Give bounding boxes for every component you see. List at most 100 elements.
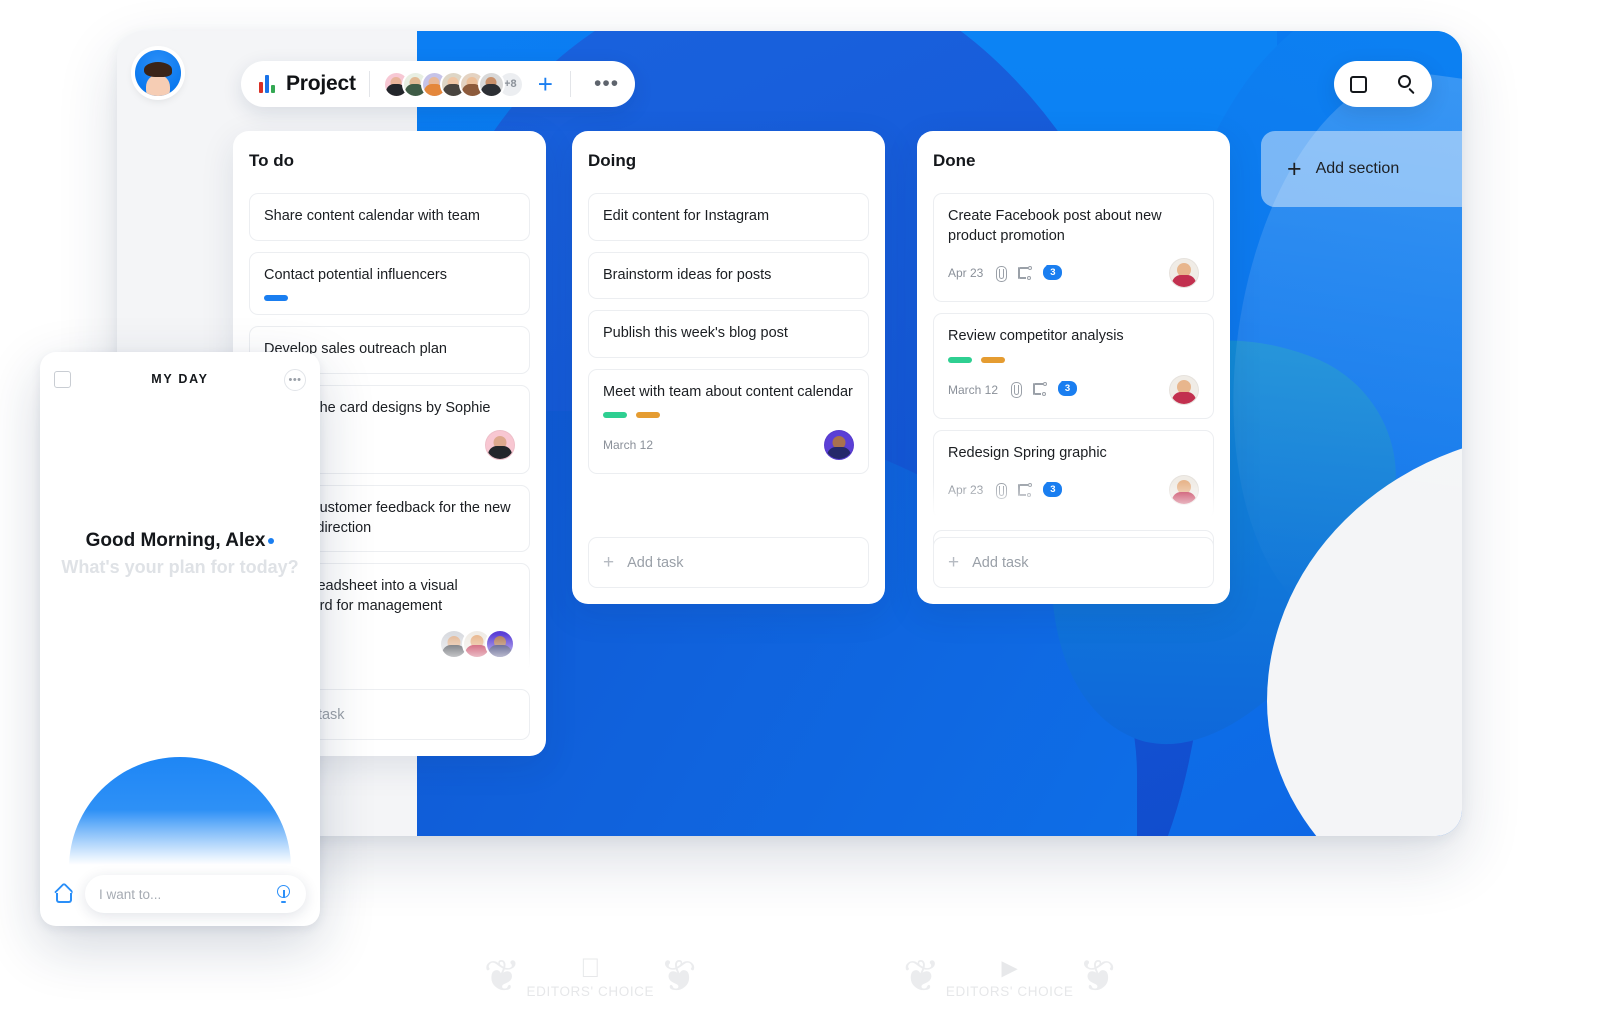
apple-logo-icon:  [580, 955, 600, 982]
task-card[interactable]: Brainstorm ideas for posts [588, 251, 869, 300]
due-date: March 12 [948, 382, 999, 397]
award-badge-content:  EDITORS' CHOICE [526, 955, 655, 1000]
divider [569, 71, 571, 97]
assignee-avatar[interactable] [824, 430, 854, 461]
add-section-label: Add section [1315, 160, 1400, 177]
add-section-button[interactable]: + Add section [1261, 131, 1462, 207]
due-date: March 12 [603, 438, 654, 453]
comment-count: 3 [1050, 483, 1056, 495]
task-meta: March 12 3 [948, 374, 1199, 405]
due-date: Apr 23 [948, 483, 984, 498]
task-card[interactable]: Publish this week's blog post [588, 310, 869, 358]
tag-list [264, 295, 515, 302]
add-task-button[interactable]: + Add task [933, 537, 1214, 588]
task-card[interactable]: Create Facebook post about new product p… [933, 193, 1214, 303]
accent-dot [268, 538, 275, 544]
comment-count-badge[interactable]: 3 [1058, 381, 1078, 398]
task-title: Edit content for Instagram [603, 208, 770, 224]
command-input-wrapper[interactable] [85, 875, 306, 913]
bar-chart-icon [259, 75, 277, 93]
assignee-avatar[interactable] [1169, 258, 1199, 289]
comment-count: 3 [1050, 266, 1056, 278]
ellipsis-icon[interactable]: ••• [284, 369, 306, 391]
assignee-avatar[interactable] [1169, 475, 1199, 506]
tag [981, 356, 1005, 363]
laurel-icon: ❦ [1079, 951, 1117, 1002]
task-title: Publish this week's blog post [603, 325, 788, 342]
task-title: Share content calendar with team [264, 208, 481, 224]
tag [603, 412, 627, 419]
task-title: Create Facebook post about new product p… [948, 208, 1162, 244]
award-label: EDITORS' CHOICE [526, 970, 655, 999]
award-label: EDITORS' CHOICE [945, 984, 1074, 999]
member-avatar[interactable] [477, 70, 505, 98]
award-badge-content: ► EDITORS' CHOICE [945, 953, 1074, 1000]
assignee-avatar[interactable] [485, 628, 515, 659]
window-controls [1334, 61, 1432, 107]
task-card[interactable]: Contact potential influencers [249, 251, 530, 316]
ellipsis-icon[interactable]: ••• [584, 72, 629, 96]
square-icon[interactable] [1349, 75, 1367, 93]
greeting-text: Good Morning, Alex [40, 530, 320, 552]
task-meta: March 12 [603, 430, 854, 461]
laurel-icon: ❦ [903, 951, 940, 1002]
member-avatar-group[interactable]: +8 [382, 70, 524, 98]
my-day-title: MY DAY [151, 372, 209, 386]
task-card[interactable]: Redesign Spring graphic Apr 23 3 [933, 429, 1214, 520]
award-badges: ❦  EDITORS' CHOICE ❦ ❦ ► EDITORS' CHOIC… [0, 951, 1600, 1002]
project-toolbar: Project +8 + ••• [241, 61, 636, 107]
column-title: To do [249, 151, 294, 170]
home-icon[interactable] [54, 881, 74, 904]
tag [264, 295, 288, 302]
subtask-icon [1018, 482, 1033, 497]
comment-count-badge[interactable]: 3 [1043, 264, 1063, 282]
user-avatar[interactable] [135, 50, 181, 96]
tag [948, 356, 972, 363]
tag [636, 412, 660, 419]
comment-count-badge[interactable]: 3 [1043, 481, 1063, 499]
task-card[interactable]: Edit content for Instagram [588, 193, 869, 241]
add-task-button[interactable]: + Add task [588, 537, 869, 588]
task-title: Contact potential influencers [264, 266, 447, 283]
google-play-logo-icon: ► [996, 953, 1024, 983]
attachment-icon [994, 482, 1008, 499]
award-badge-apple: ❦  EDITORS' CHOICE ❦ [484, 951, 697, 1002]
task-meta: Apr 23 3 [948, 258, 1199, 289]
page-title: Project [286, 72, 356, 95]
due-date: Apr 23 [948, 266, 984, 281]
add-task-label: Add task [972, 554, 1029, 571]
column-title: Done [933, 151, 976, 170]
greeting-label: Good Morning, Alex [85, 530, 266, 551]
avatar-hair [144, 61, 172, 77]
assignee-avatar[interactable] [485, 430, 515, 461]
add-task-row[interactable]: + Add task [933, 537, 1214, 588]
my-day-header: MY DAY ••• [40, 352, 320, 406]
task-title: Brainstorm ideas for posts [603, 266, 772, 283]
task-title: Review competitor analysis [948, 328, 1124, 345]
add-task-row[interactable]: + Add task [588, 537, 869, 588]
subtask-icon [1018, 265, 1033, 280]
tag-list [603, 412, 854, 419]
attachment-icon [994, 265, 1008, 282]
screenshot-root: Project +8 + ••• + Add section To do Sha… [0, 0, 1600, 1013]
plus-icon: + [603, 552, 615, 573]
add-task-label: Add task [627, 554, 684, 571]
assignee-avatar-group[interactable] [439, 628, 515, 659]
subtask-icon [1033, 382, 1048, 397]
command-input[interactable] [99, 886, 276, 902]
greeting-subtext: What's your plan for today? [61, 557, 299, 577]
task-card[interactable]: Meet with team about content calendar Ma… [588, 368, 869, 475]
search-icon[interactable] [1398, 75, 1416, 95]
task-card[interactable]: Review competitor analysis March 12 3 [933, 313, 1214, 419]
my-day-panel: MY DAY ••• Good Morning, Alex What's you… [40, 352, 320, 926]
app-topbar: Project +8 + ••• [117, 31, 1462, 147]
column-title: Doing [588, 151, 637, 170]
column-done: Done Create Facebook post about new prod… [917, 131, 1230, 604]
task-card[interactable]: Share content calendar with team [249, 193, 530, 241]
laurel-icon: ❦ [660, 951, 697, 1002]
add-member-icon[interactable]: + [534, 71, 557, 97]
avatar-face [146, 74, 170, 96]
lightbulb-icon[interactable] [276, 885, 292, 903]
award-badge-google-play: ❦ ► EDITORS' CHOICE ❦ [903, 951, 1117, 1002]
assignee-avatar[interactable] [1169, 374, 1199, 405]
